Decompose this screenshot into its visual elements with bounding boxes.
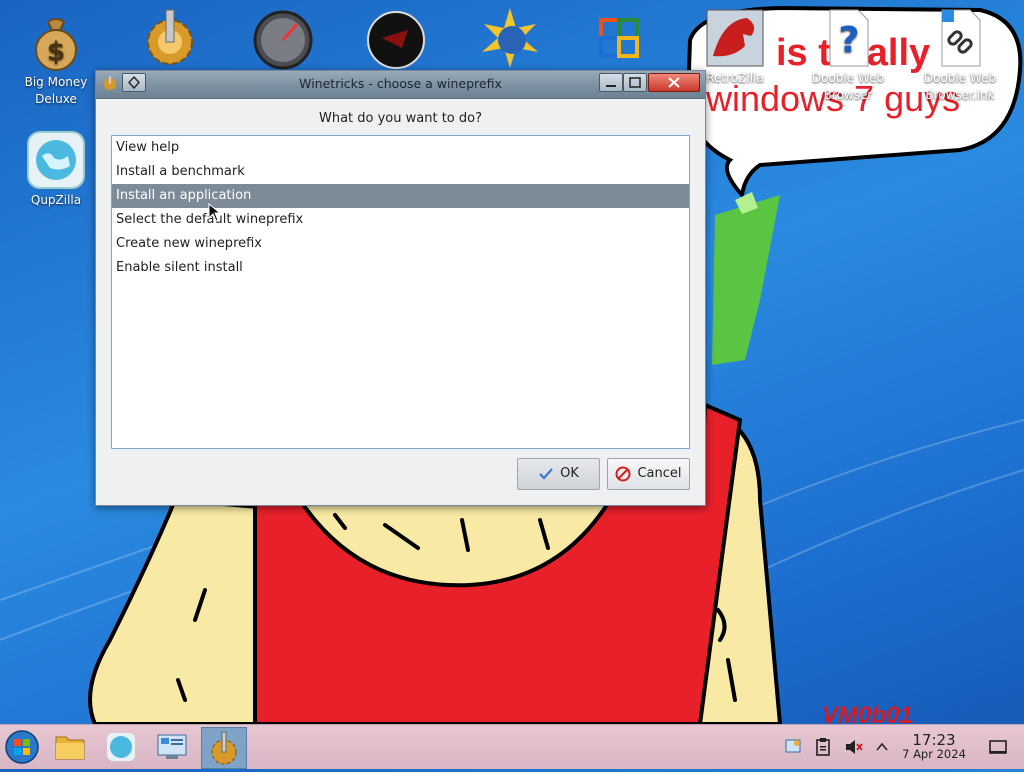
maximize-icon: [629, 77, 641, 88]
clipboard-icon[interactable]: [814, 737, 832, 757]
taskbar-browser[interactable]: [99, 727, 143, 767]
checkmark-icon: [539, 467, 553, 480]
desktop-icon-label: QupZilla: [30, 193, 82, 207]
desktop-icon-big-money[interactable]: $ Big Money Deluxe: [11, 10, 101, 108]
desktop-icon-when-some[interactable]: [125, 6, 215, 70]
desktop-icon-label: Big Money Deluxe: [24, 75, 88, 106]
list-item-install-application[interactable]: Install an application: [112, 184, 689, 208]
maximize-button[interactable]: [623, 73, 647, 92]
desktop-icon-office[interactable]: [576, 8, 666, 72]
svg-text:$: $: [47, 37, 65, 67]
gear-app-icon: [147, 9, 193, 65]
option-list[interactable]: View help Install a benchmark Install an…: [111, 135, 690, 449]
office-logo-icon: [599, 18, 639, 58]
list-item-install-benchmark[interactable]: Install a benchmark: [112, 160, 689, 184]
question-doc-icon: ?: [829, 9, 869, 67]
dialog-titlebar[interactable]: Winetricks - choose a wineprefix: [96, 71, 705, 99]
desktop-icon-qupzilla[interactable]: QupZilla: [11, 128, 101, 209]
link-doc-icon: [941, 9, 981, 67]
cancel-button[interactable]: Cancel: [607, 458, 690, 490]
file-manager-icon: [55, 736, 85, 760]
dialog-prompt: What do you want to do?: [318, 111, 482, 126]
ok-button[interactable]: OK: [517, 458, 600, 490]
desktop-icon-label: Dooble Web Browser.lnk: [923, 71, 997, 102]
minimize-icon: [606, 85, 616, 87]
volume-muted-icon[interactable]: [844, 737, 864, 757]
list-item-create-wineprefix[interactable]: Create new wineprefix: [112, 232, 689, 256]
tray-expand-icon[interactable]: [874, 739, 890, 755]
system-settings-icon: [157, 734, 187, 759]
cancel-button-label: Cancel: [637, 466, 682, 481]
clock-date[interactable]: 7 Apr 2024: [892, 747, 976, 761]
svg-text:?: ?: [839, 20, 860, 61]
mouse-cursor-icon: [208, 203, 222, 222]
ok-button-label: OK: [560, 466, 579, 481]
desktop-icon-dooble[interactable]: ? Dooble Web Browser: [803, 6, 893, 104]
cancel-icon: [615, 466, 631, 481]
desktop-icon-speedometer[interactable]: [238, 8, 328, 72]
qupzilla-globe-icon: [27, 131, 85, 189]
kevinblast-icon: [482, 8, 538, 68]
retrozilla-dragon-icon: [706, 9, 764, 67]
network-icon[interactable]: [783, 737, 803, 757]
taskbar: [0, 724, 1024, 769]
taskbar-system-settings[interactable]: [150, 727, 194, 767]
winetricks-icon: [211, 731, 237, 765]
desktop-icon-dooble-lnk[interactable]: Dooble Web Browser.lnk: [915, 6, 1005, 104]
list-item-select-default-wineprefix[interactable]: Select the default wineprefix: [112, 208, 689, 232]
desktop-icon-label: Dooble Web Browser: [811, 71, 885, 102]
list-item-enable-silent-install[interactable]: Enable silent install: [112, 256, 689, 280]
start-button[interactable]: [0, 727, 44, 767]
close-icon: [668, 77, 680, 88]
desktop-icon-kevinblast[interactable]: [465, 6, 555, 70]
taskbar-winetricks[interactable]: [201, 727, 247, 769]
winetricks-dialog: Winetricks - choose a wineprefix What do…: [95, 70, 706, 506]
list-item-view-help[interactable]: View help: [112, 136, 689, 160]
taskbar-file-manager[interactable]: [48, 727, 92, 767]
dark-circle-app-icon: [367, 11, 425, 69]
minimize-button[interactable]: [599, 73, 623, 92]
speedometer-icon: [253, 10, 313, 70]
show-desktop-icon[interactable]: [988, 737, 1008, 757]
money-bag-icon: $: [35, 18, 77, 71]
close-button[interactable]: [648, 73, 700, 92]
browser-globe-icon: [107, 733, 135, 761]
desktop-icon-dark[interactable]: [351, 8, 441, 72]
start-orb-icon: [5, 730, 39, 764]
